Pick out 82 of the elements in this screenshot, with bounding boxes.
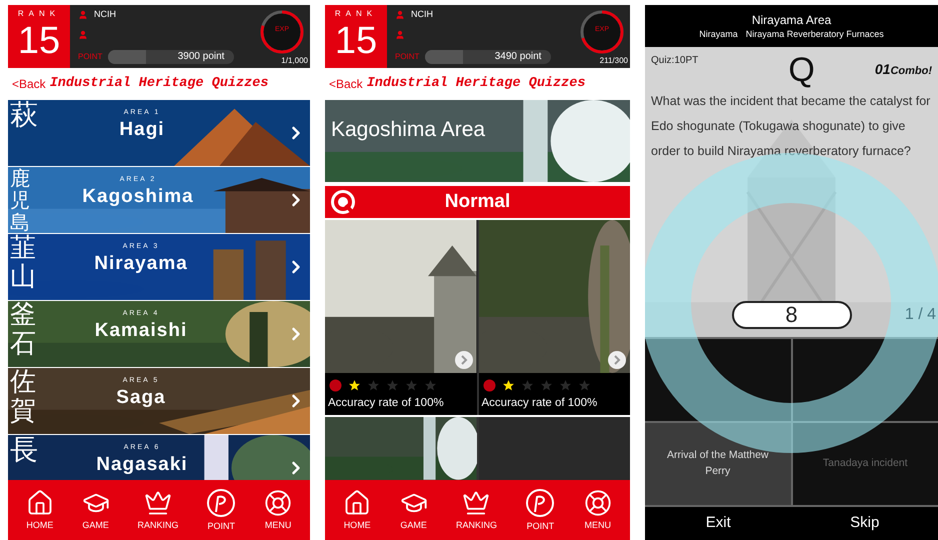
area-kanji: 韮山 — [10, 234, 36, 292]
star-icon — [502, 379, 514, 392]
difficulty-label: Normal — [444, 190, 510, 214]
nav-tab[interactable]: RANKING — [456, 489, 497, 531]
area-title: Nirayama Area — [752, 12, 832, 28]
quiz-card[interactable]: Accuracy rate of 100% — [478, 220, 630, 416]
user-icon — [78, 30, 88, 40]
point-reading: 3490 point — [494, 50, 542, 64]
star-icon — [405, 379, 418, 392]
area-name: Nirayama — [94, 252, 188, 276]
accuracy-text: Accuracy rate of 100% — [480, 396, 598, 411]
chevron-circle-icon — [454, 351, 472, 369]
star-icon — [348, 379, 361, 392]
rank-label: RANK — [334, 9, 378, 19]
target-icon — [264, 489, 292, 517]
point-reading: 3900 point — [178, 50, 224, 64]
star-icon — [367, 379, 380, 392]
combo-count: 01 — [874, 60, 890, 79]
quiz-marker-icon — [482, 379, 496, 392]
quiz-card[interactable]: Accuracy rate of 100% — [325, 220, 476, 416]
area-subtitle: Nirayama — [699, 28, 738, 40]
home-icon — [343, 489, 372, 517]
nav-tab[interactable]: POINT — [206, 488, 236, 532]
page-title: Industrial Heritage Quizzes — [50, 74, 268, 93]
star-icon — [578, 379, 590, 392]
rank-label: RANK — [18, 9, 60, 19]
answer-option[interactable]: Arrival of the Matthew Perry — [645, 423, 790, 505]
exp-reading: 1/1,000 — [281, 56, 308, 66]
nav-tab[interactable]: RANKING — [137, 489, 178, 531]
rank-number: 15 — [334, 19, 378, 63]
back-link[interactable]: <Back — [329, 75, 363, 93]
star-icon — [540, 379, 552, 392]
accuracy-text: Accuracy rate of 100% — [327, 396, 445, 411]
combo-label: Combo! — [890, 64, 932, 79]
home-icon — [26, 489, 54, 517]
quiz-marker-icon — [329, 379, 342, 392]
area-kanji: 鹿児島 — [10, 167, 30, 233]
answer-option[interactable] — [792, 339, 938, 421]
nav-tab[interactable]: HOME — [26, 489, 54, 531]
point-label: POINT — [78, 52, 102, 62]
rank-number: 15 — [18, 19, 60, 63]
q-mark: Q — [788, 53, 815, 87]
user-icon — [395, 10, 405, 20]
area-name: Hagi — [119, 118, 165, 142]
user-name: NCIH — [94, 9, 116, 20]
point-label: POINT — [395, 52, 420, 62]
star-icon — [386, 379, 399, 392]
star-icon — [520, 379, 534, 392]
area-kanji: 釜石 — [10, 301, 36, 358]
page-title: Industrial Heritage Quizzes — [366, 74, 586, 93]
user-icon — [78, 10, 88, 20]
area-kanji: 長 — [10, 435, 38, 466]
area-name: Kamaishi — [94, 319, 188, 343]
timer-value: 8 — [785, 302, 798, 328]
quiz-points: Quiz:10PT — [651, 54, 698, 68]
back-link[interactable]: <Back — [12, 75, 46, 93]
question-counter: 1 / 4 — [904, 305, 936, 325]
nav-tab[interactable]: GAME — [82, 489, 110, 531]
target-icon — [584, 489, 612, 517]
area-name: Nagasaki — [96, 453, 188, 477]
star-icon — [558, 379, 572, 392]
site-subtitle: Nirayama Reverberatory Furnaces — [746, 28, 884, 40]
answer-option[interactable] — [645, 339, 790, 421]
question-text: What was the incident that became the catalyst for Edo shogunate (Tokugawa shogunate) to give order to build Nirayama reverberatory furnace? — [650, 93, 932, 160]
p-logo-icon — [525, 488, 556, 518]
nav-tab[interactable]: GAME — [400, 489, 428, 531]
nav-tab[interactable]: POINT — [525, 488, 556, 532]
crown-icon — [144, 489, 172, 517]
answer-option[interactable]: Tanadaya incident — [792, 423, 938, 505]
area-name: Kagoshima — [82, 185, 194, 209]
nav-tab[interactable]: HOME — [343, 489, 372, 531]
user-icon — [395, 30, 405, 40]
chevron-circle-icon — [608, 351, 626, 369]
area-kanji: 萩 — [10, 100, 38, 131]
exp-reading: 211/300 — [600, 56, 628, 66]
p-logo-icon — [206, 488, 236, 518]
star-icon — [424, 379, 437, 392]
crown-icon — [462, 489, 490, 517]
area-title: Kagoshima Area — [331, 117, 486, 143]
nav-tab[interactable]: MENU — [264, 489, 292, 531]
nav-tab[interactable]: MENU — [584, 489, 612, 531]
user-name: NCIH — [411, 9, 433, 20]
